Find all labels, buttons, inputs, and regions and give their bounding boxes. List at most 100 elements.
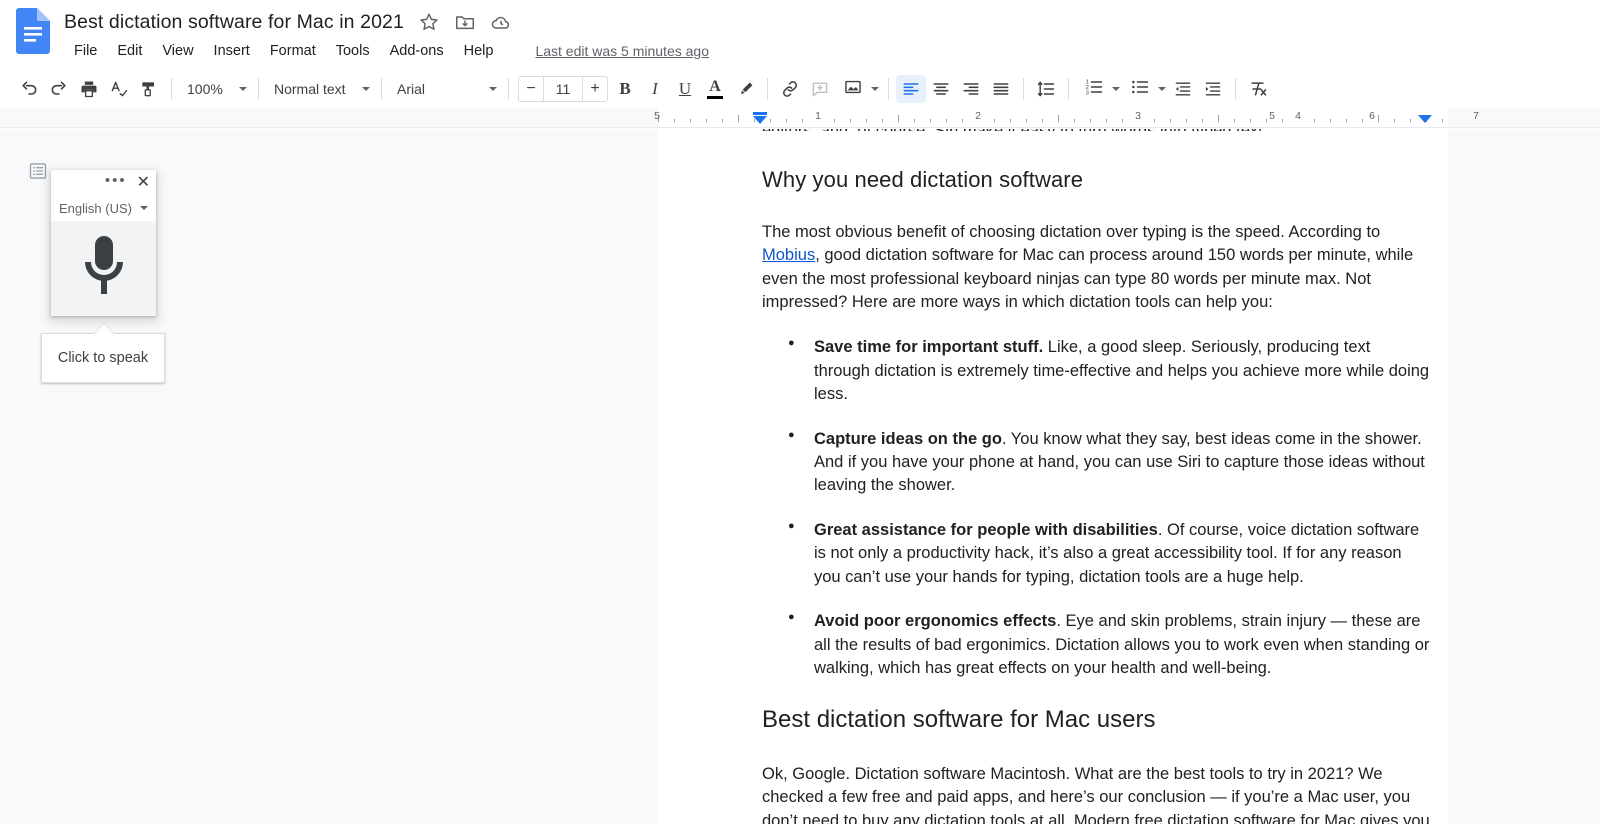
- align-justify-icon[interactable]: [986, 75, 1016, 103]
- font-size-input[interactable]: 11: [543, 76, 583, 102]
- star-icon[interactable]: [418, 11, 440, 33]
- menu-item-file[interactable]: File: [64, 41, 107, 61]
- numbered-list-button[interactable]: 1 2 3: [1076, 75, 1122, 103]
- line-spacing-icon[interactable]: [1031, 75, 1061, 103]
- ruler-number-3: 3: [1135, 110, 1141, 122]
- bold-label: B: [619, 79, 631, 98]
- list-item: Save time for important stuff. Like, a g…: [788, 336, 1430, 406]
- title-row: Best dictation software for Mac in 2021: [64, 6, 512, 38]
- italic-button[interactable]: I: [640, 75, 670, 103]
- ruler-number-5: 5: [1269, 110, 1275, 122]
- microphone-button[interactable]: [51, 220, 156, 316]
- menu-item-format[interactable]: Format: [260, 41, 326, 61]
- paragraph-intro-pre: The most obvious benefit of choosing dic…: [762, 222, 1381, 241]
- document-outline-icon[interactable]: [25, 158, 51, 184]
- google-docs-logo[interactable]: [16, 8, 50, 54]
- ruler-number-7: 7: [1473, 110, 1479, 122]
- insert-image-icon: [843, 77, 863, 102]
- decrease-indent-icon[interactable]: [1168, 75, 1198, 103]
- insert-image-button[interactable]: [835, 75, 881, 103]
- text-color-button[interactable]: A: [700, 75, 730, 103]
- ruler[interactable]: 1 2 3 4 5 5 6 7: [0, 108, 1600, 128]
- menu-item-edit[interactable]: Edit: [107, 41, 152, 61]
- document-page[interactable]: editors, and, of course, Siri make it ea…: [658, 129, 1448, 824]
- toolbar-divider: [171, 78, 172, 100]
- clear-formatting-icon[interactable]: [1243, 75, 1273, 103]
- app-header: Best dictation software for Mac in 2021 …: [0, 0, 1600, 70]
- toolbar-divider: [1235, 78, 1236, 100]
- text-color-bar: [707, 96, 723, 99]
- cloud-sync-icon[interactable]: [490, 11, 512, 33]
- list-item-bold: Save time for important stuff.: [814, 338, 1044, 357]
- chevron-down-icon: [1112, 87, 1120, 91]
- menu-item-help[interactable]: Help: [454, 41, 504, 61]
- doc-heading-best-software: Best dictation software for Mac users: [762, 706, 1156, 734]
- last-edit-status[interactable]: Last edit was 5 minutes ago: [535, 43, 709, 59]
- font-size-stepper: − 11 +: [518, 76, 608, 102]
- voice-typing-widget[interactable]: ••• ✕ English (US): [51, 170, 156, 316]
- toolbar-divider: [888, 78, 889, 100]
- document-body[interactable]: editors, and, of course, Siri make it ea…: [762, 129, 1430, 824]
- toolbar-divider: [508, 78, 509, 100]
- spellcheck-icon[interactable]: [104, 75, 134, 103]
- underline-button[interactable]: U: [670, 75, 700, 103]
- menu-item-view[interactable]: View: [152, 41, 203, 61]
- print-icon[interactable]: [74, 75, 104, 103]
- menu-bar: File Edit View Insert Format Tools Add-o…: [64, 38, 709, 64]
- toolbar-divider: [381, 78, 382, 100]
- list-item-bold: Avoid poor ergonomics effects: [814, 612, 1057, 631]
- align-right-icon[interactable]: [956, 75, 986, 103]
- zoom-level-select[interactable]: 100%: [179, 75, 251, 103]
- toolbar-divider: [767, 78, 768, 100]
- text-color-label: A: [709, 78, 721, 95]
- voice-widget-titlebar: ••• ✕: [51, 170, 156, 196]
- more-options-icon[interactable]: •••: [105, 173, 127, 193]
- menu-item-addons[interactable]: Add-ons: [380, 41, 454, 61]
- chevron-down-icon: [362, 87, 370, 91]
- align-left-icon[interactable]: [896, 75, 926, 103]
- svg-text:3: 3: [1086, 90, 1089, 96]
- bold-button[interactable]: B: [610, 75, 640, 103]
- menu-item-tools[interactable]: Tools: [326, 41, 380, 61]
- highlight-pen-icon[interactable]: [730, 75, 760, 103]
- close-icon[interactable]: ✕: [137, 175, 150, 191]
- align-center-icon[interactable]: [926, 75, 956, 103]
- bulleted-list-icon: [1130, 77, 1150, 102]
- document-canvas[interactable]: editors, and, of course, Siri make it ea…: [0, 129, 1600, 824]
- toolbar-divider: [258, 78, 259, 100]
- toolbar-divider: [1068, 78, 1069, 100]
- move-to-folder-icon[interactable]: [454, 11, 476, 33]
- ruler-number-1: 1: [815, 110, 821, 122]
- paint-format-icon[interactable]: [134, 75, 164, 103]
- ruler-track[interactable]: 1 2 3 4: [658, 108, 1448, 127]
- left-indent-marker[interactable]: [753, 116, 767, 124]
- ruler-number-left: 5: [654, 110, 660, 122]
- bulleted-list-button[interactable]: [1122, 75, 1168, 103]
- chevron-down-icon: [239, 87, 247, 91]
- font-family-select[interactable]: Arial: [389, 75, 501, 103]
- chevron-down-icon: [139, 206, 148, 210]
- redo-icon[interactable]: [44, 75, 74, 103]
- mobius-link[interactable]: Mobius: [762, 246, 815, 264]
- voice-language-value: English (US): [59, 200, 132, 216]
- font-size-increase-button[interactable]: +: [583, 77, 607, 101]
- click-to-speak-tooltip: Click to speak: [41, 333, 165, 383]
- insert-link-icon[interactable]: [775, 75, 805, 103]
- undo-icon[interactable]: [14, 75, 44, 103]
- doc-paragraph-conclusion: Ok, Google. Dictation software Macintosh…: [762, 764, 1430, 824]
- voice-language-select[interactable]: English (US): [51, 196, 156, 220]
- font-size-decrease-button[interactable]: −: [519, 77, 543, 101]
- list-item: Great assistance for people with disabil…: [788, 519, 1430, 589]
- doc-paragraph-intro: The most obvious benefit of choosing dic…: [762, 221, 1430, 315]
- numbered-list-icon: 1 2 3: [1084, 77, 1104, 102]
- increase-indent-icon[interactable]: [1198, 75, 1228, 103]
- ruler-number-6: 6: [1369, 110, 1375, 122]
- menu-item-insert[interactable]: Insert: [204, 41, 260, 61]
- paragraph-intro-post: , good dictation software for Mac can pr…: [762, 246, 1414, 311]
- right-indent-marker[interactable]: [1418, 115, 1432, 123]
- add-comment-icon[interactable]: [805, 75, 835, 103]
- left-indent-bar[interactable]: [753, 112, 767, 115]
- page-title[interactable]: Best dictation software for Mac in 2021: [64, 11, 404, 34]
- paragraph-style-select[interactable]: Normal text: [266, 75, 374, 103]
- toolbar-divider: [1023, 78, 1024, 100]
